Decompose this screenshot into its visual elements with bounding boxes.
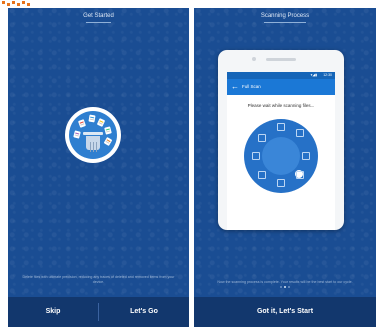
file-icon bbox=[277, 123, 285, 131]
status-bar: ▾◢▮ 12:30 bbox=[227, 72, 335, 79]
scan-inner-ring bbox=[262, 137, 303, 178]
page-dot bbox=[280, 286, 282, 288]
video-icon bbox=[252, 152, 260, 160]
document-icon bbox=[104, 126, 112, 135]
app-title: Full Scan bbox=[242, 84, 261, 89]
skip-button[interactable]: Skip bbox=[8, 297, 98, 327]
title-underline bbox=[86, 22, 111, 23]
sms-icon bbox=[302, 152, 310, 160]
document-icon bbox=[103, 136, 113, 147]
footer-bar: Skip Let's Go bbox=[8, 297, 189, 327]
scan-radial-menu bbox=[244, 119, 318, 193]
lets-go-button[interactable]: Let's Go bbox=[99, 297, 189, 327]
trash-illustration bbox=[65, 107, 121, 163]
trash-bin-icon bbox=[83, 132, 103, 152]
phone-mockup: ▾◢▮ 12:30 ← Full Scan Please wait while … bbox=[218, 50, 344, 230]
folder-icon bbox=[296, 129, 304, 137]
document-icon bbox=[73, 130, 81, 139]
got-it-start-button[interactable]: Got it, Let's Start bbox=[194, 297, 376, 327]
footer-bar: Got it, Let's Start bbox=[194, 297, 376, 327]
phone-screen: ▾◢▮ 12:30 ← Full Scan Please wait while … bbox=[227, 72, 335, 230]
music-icon bbox=[277, 179, 285, 187]
document-icon bbox=[96, 118, 106, 127]
trash-circle-background bbox=[69, 111, 117, 159]
app-icon bbox=[296, 171, 304, 179]
page-title: Scanning Process bbox=[260, 13, 310, 19]
image-icon bbox=[258, 134, 266, 142]
phone-speaker bbox=[266, 58, 296, 61]
app-bar: ← Full Scan bbox=[227, 79, 335, 95]
document-icon bbox=[88, 114, 96, 123]
intro-description: Delete files with ultimate precision, re… bbox=[22, 275, 175, 284]
page-dot bbox=[288, 286, 290, 288]
page-title: Get Started bbox=[83, 13, 114, 19]
get-started-panel: Get Started Delete files with ultimate p… bbox=[8, 8, 189, 327]
document-icon bbox=[77, 119, 87, 128]
corner-logo-mark bbox=[0, 0, 40, 8]
contacts-icon bbox=[258, 171, 266, 179]
title-underline bbox=[264, 22, 306, 23]
page-indicator bbox=[194, 275, 376, 293]
scanning-status-text: Please wait while scanning files... bbox=[247, 103, 315, 108]
phone-camera bbox=[252, 57, 256, 61]
scanning-process-panel: Scanning Process ▾◢▮ 12:30 ← Full Scan P… bbox=[194, 8, 376, 327]
page-dot-active bbox=[284, 286, 286, 288]
back-arrow-icon[interactable]: ← bbox=[231, 82, 239, 91]
status-icons: ▾◢▮ bbox=[310, 73, 317, 77]
status-time: 12:30 bbox=[323, 73, 332, 77]
